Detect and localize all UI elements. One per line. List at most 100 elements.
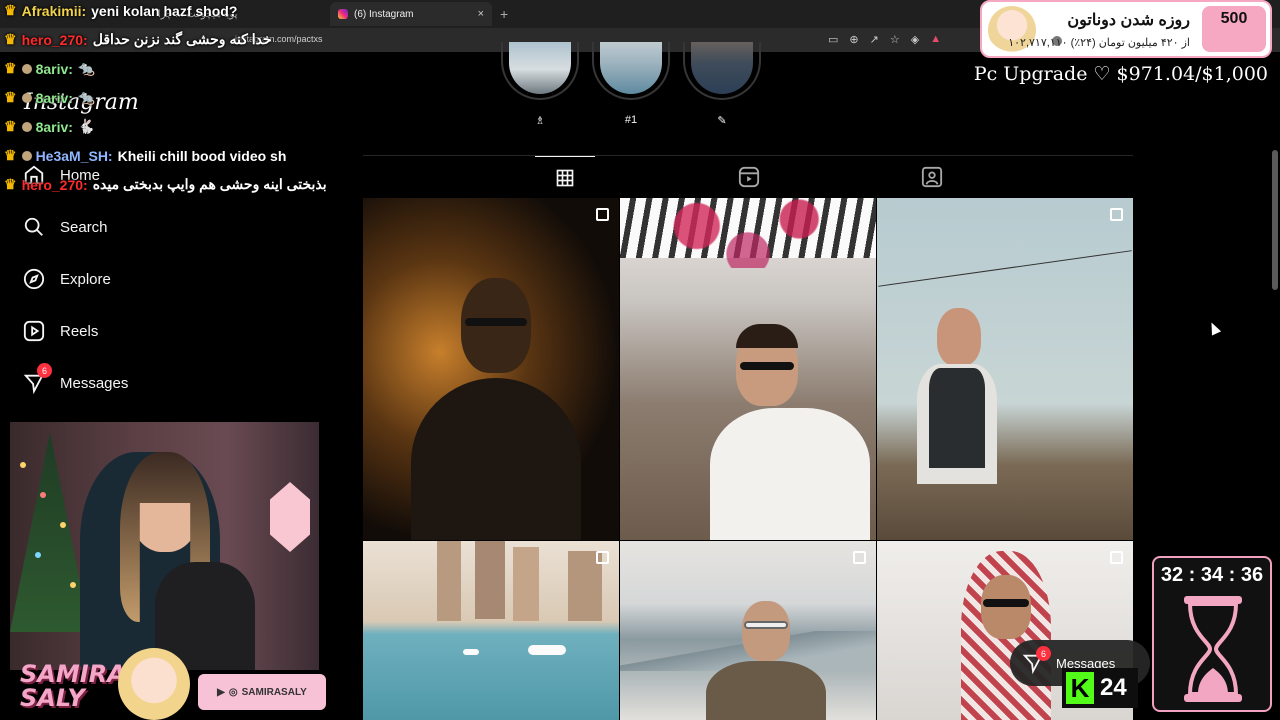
nav-label: Messages bbox=[60, 374, 129, 392]
messenger-icon: 6 bbox=[22, 363, 52, 395]
tab-posts[interactable] bbox=[535, 156, 595, 198]
chat-message: ♛ 8ariv: 🐀 bbox=[4, 60, 95, 77]
share-icon[interactable]: ↗ bbox=[870, 33, 879, 46]
chat-text: خدا کنه وحشی گند نزنن حداقل bbox=[92, 31, 272, 47]
chat-text: 🐇 bbox=[77, 118, 96, 134]
streamer-name-line: SAMIRA bbox=[20, 660, 126, 688]
nav-label: Reels bbox=[60, 322, 99, 340]
crown-icon: ♛ bbox=[4, 60, 17, 76]
chat-text: yeni kolan hazf shod? bbox=[91, 2, 238, 19]
compass-icon bbox=[22, 267, 46, 291]
mascot-avatar bbox=[118, 648, 190, 720]
chat-username: 8ariv: bbox=[35, 89, 73, 106]
webcam-feed bbox=[10, 422, 319, 670]
tab-label: (6) Instagram bbox=[354, 8, 414, 20]
nav-search[interactable]: Search bbox=[22, 213, 108, 241]
youtube-icon: ▶ bbox=[217, 686, 225, 698]
chat-text: 🐀 bbox=[77, 60, 96, 76]
chat-username: hero_270: bbox=[21, 31, 88, 48]
search-icon bbox=[22, 215, 46, 239]
new-tab-button[interactable]: + bbox=[500, 6, 508, 22]
chat-message: ♛ He3aM_SH: Kheili chill bood video sh bbox=[4, 147, 286, 164]
upgrade-goal-text: Pc Upgrade ♡ $971.04/$1,000 bbox=[973, 63, 1268, 85]
chat-message: ♛ hero_270: بذبختی اینه وحشی هم وایپ بدب… bbox=[4, 176, 327, 193]
chat-text: 🐀 bbox=[77, 89, 96, 105]
highlight-cover bbox=[683, 42, 761, 100]
profile-tabs bbox=[363, 155, 1133, 197]
chat-message: ♛ Afrakimii: yeni kolan hazf shod? bbox=[4, 2, 237, 19]
nav-label: Search bbox=[60, 218, 108, 236]
kick-logo-icon: K bbox=[1066, 672, 1094, 704]
nav-explore[interactable]: Explore bbox=[22, 265, 111, 293]
post-thumbnail[interactable] bbox=[877, 198, 1133, 540]
highlight-label: ✎ bbox=[717, 115, 727, 127]
chat-message: ♛ 8ariv: 🐀 bbox=[4, 89, 95, 106]
donation-title: روزه شدن دوناتون bbox=[1067, 12, 1190, 29]
crown-icon: ♛ bbox=[4, 118, 17, 134]
chat-username: hero_270: bbox=[21, 176, 88, 193]
messages-badge: 6 bbox=[37, 363, 52, 378]
story-highlight[interactable]: #1 bbox=[592, 42, 670, 126]
viewer-count: 24 bbox=[1100, 674, 1127, 701]
kick-viewer-badge: K 24 bbox=[1062, 668, 1138, 708]
extension-icon[interactable]: ▲ bbox=[930, 33, 941, 46]
sub-badge-icon bbox=[21, 150, 32, 161]
shield-icon[interactable]: ◈ bbox=[911, 33, 919, 46]
tab-reels[interactable] bbox=[719, 156, 779, 198]
carousel-icon bbox=[596, 551, 609, 564]
sub-badge-icon bbox=[21, 92, 32, 103]
highlight-cover bbox=[501, 42, 579, 100]
messages-badge: 6 bbox=[1036, 646, 1051, 661]
carousel-icon bbox=[1110, 208, 1123, 221]
bookmark-icon[interactable]: ☆ bbox=[890, 33, 900, 46]
chat-message: ♛ hero_270: خدا کنه وحشی گند نزنن حداقل bbox=[4, 31, 272, 48]
chat-text: Kheili chill bood video sh bbox=[117, 147, 287, 164]
chat-username: 8ariv: bbox=[35, 60, 73, 77]
streamer-name-line: SALY bbox=[20, 684, 85, 712]
story-highlight[interactable]: ♗ bbox=[501, 42, 579, 127]
crown-icon: ♛ bbox=[4, 176, 17, 192]
post-thumbnail[interactable] bbox=[620, 541, 876, 720]
page-scrollbar[interactable] bbox=[1272, 150, 1278, 290]
tab-tagged[interactable] bbox=[902, 156, 962, 198]
address-bar-icons: ▭ ⊕ ↗ ☆ ◈ ▲ bbox=[828, 33, 941, 46]
social-handle-text: SAMIRASALY bbox=[241, 686, 307, 698]
tagged-icon bbox=[921, 166, 943, 188]
reels-icon bbox=[22, 319, 46, 343]
browser-tab-active[interactable]: (6) Instagram × bbox=[330, 2, 492, 26]
donation-count: 500 bbox=[1220, 10, 1248, 27]
highlight-label: ♗ bbox=[535, 115, 545, 127]
nav-label: Explore bbox=[60, 270, 111, 288]
nav-reels[interactable]: Reels bbox=[22, 317, 98, 345]
subathon-timer: 32 : 34 : 36 bbox=[1152, 556, 1272, 712]
sub-badge-icon bbox=[21, 121, 32, 132]
timer-text: 32 : 34 : 36 bbox=[1160, 564, 1264, 586]
donation-goal-widget: روزه شدن دوناتون ۱۰۲,۷۱۷,۱۱۰ از ۴۲۰ میلی… bbox=[980, 0, 1272, 58]
chat-text: بذبختی اینه وحشی هم وایپ بدبختی میده bbox=[92, 176, 327, 192]
zoom-icon[interactable]: ⊕ bbox=[849, 33, 858, 46]
tab-close-icon[interactable]: × bbox=[478, 8, 484, 20]
post-thumbnail[interactable] bbox=[363, 541, 619, 720]
carousel-icon bbox=[853, 551, 866, 564]
post-thumbnail[interactable] bbox=[620, 198, 876, 540]
story-highlight[interactable]: ✎ bbox=[683, 42, 761, 127]
hourglass-icon bbox=[1184, 596, 1242, 702]
nav-messages[interactable]: 6 Messages bbox=[22, 363, 129, 397]
crown-icon: ♛ bbox=[4, 2, 17, 18]
instagram-favicon-icon bbox=[338, 9, 348, 19]
chat-username: Afrakimii: bbox=[21, 2, 87, 19]
screen-icon[interactable]: ▭ bbox=[828, 33, 838, 46]
carousel-icon bbox=[1110, 551, 1123, 564]
post-thumbnail[interactable] bbox=[363, 198, 619, 540]
reels-icon bbox=[738, 166, 760, 188]
social-handle: ▶ ◎ SAMIRASALY bbox=[198, 674, 326, 710]
chat-username: He3aM_SH: bbox=[35, 147, 113, 164]
mouse-cursor-icon bbox=[1206, 320, 1222, 336]
instagram-icon: ◎ bbox=[228, 686, 238, 698]
highlight-label: #1 bbox=[624, 114, 638, 126]
chat-message: ♛ 8ariv: 🐇 bbox=[4, 118, 95, 135]
carousel-icon bbox=[596, 208, 609, 221]
donation-count-badge: 500 bbox=[1202, 6, 1266, 52]
sub-badge-icon bbox=[21, 63, 32, 74]
donation-progress-text: ۱۰۲,۷۱۷,۱۱۰ از ۴۲۰ میلیون تومان (۲۴٪) bbox=[1008, 37, 1190, 49]
